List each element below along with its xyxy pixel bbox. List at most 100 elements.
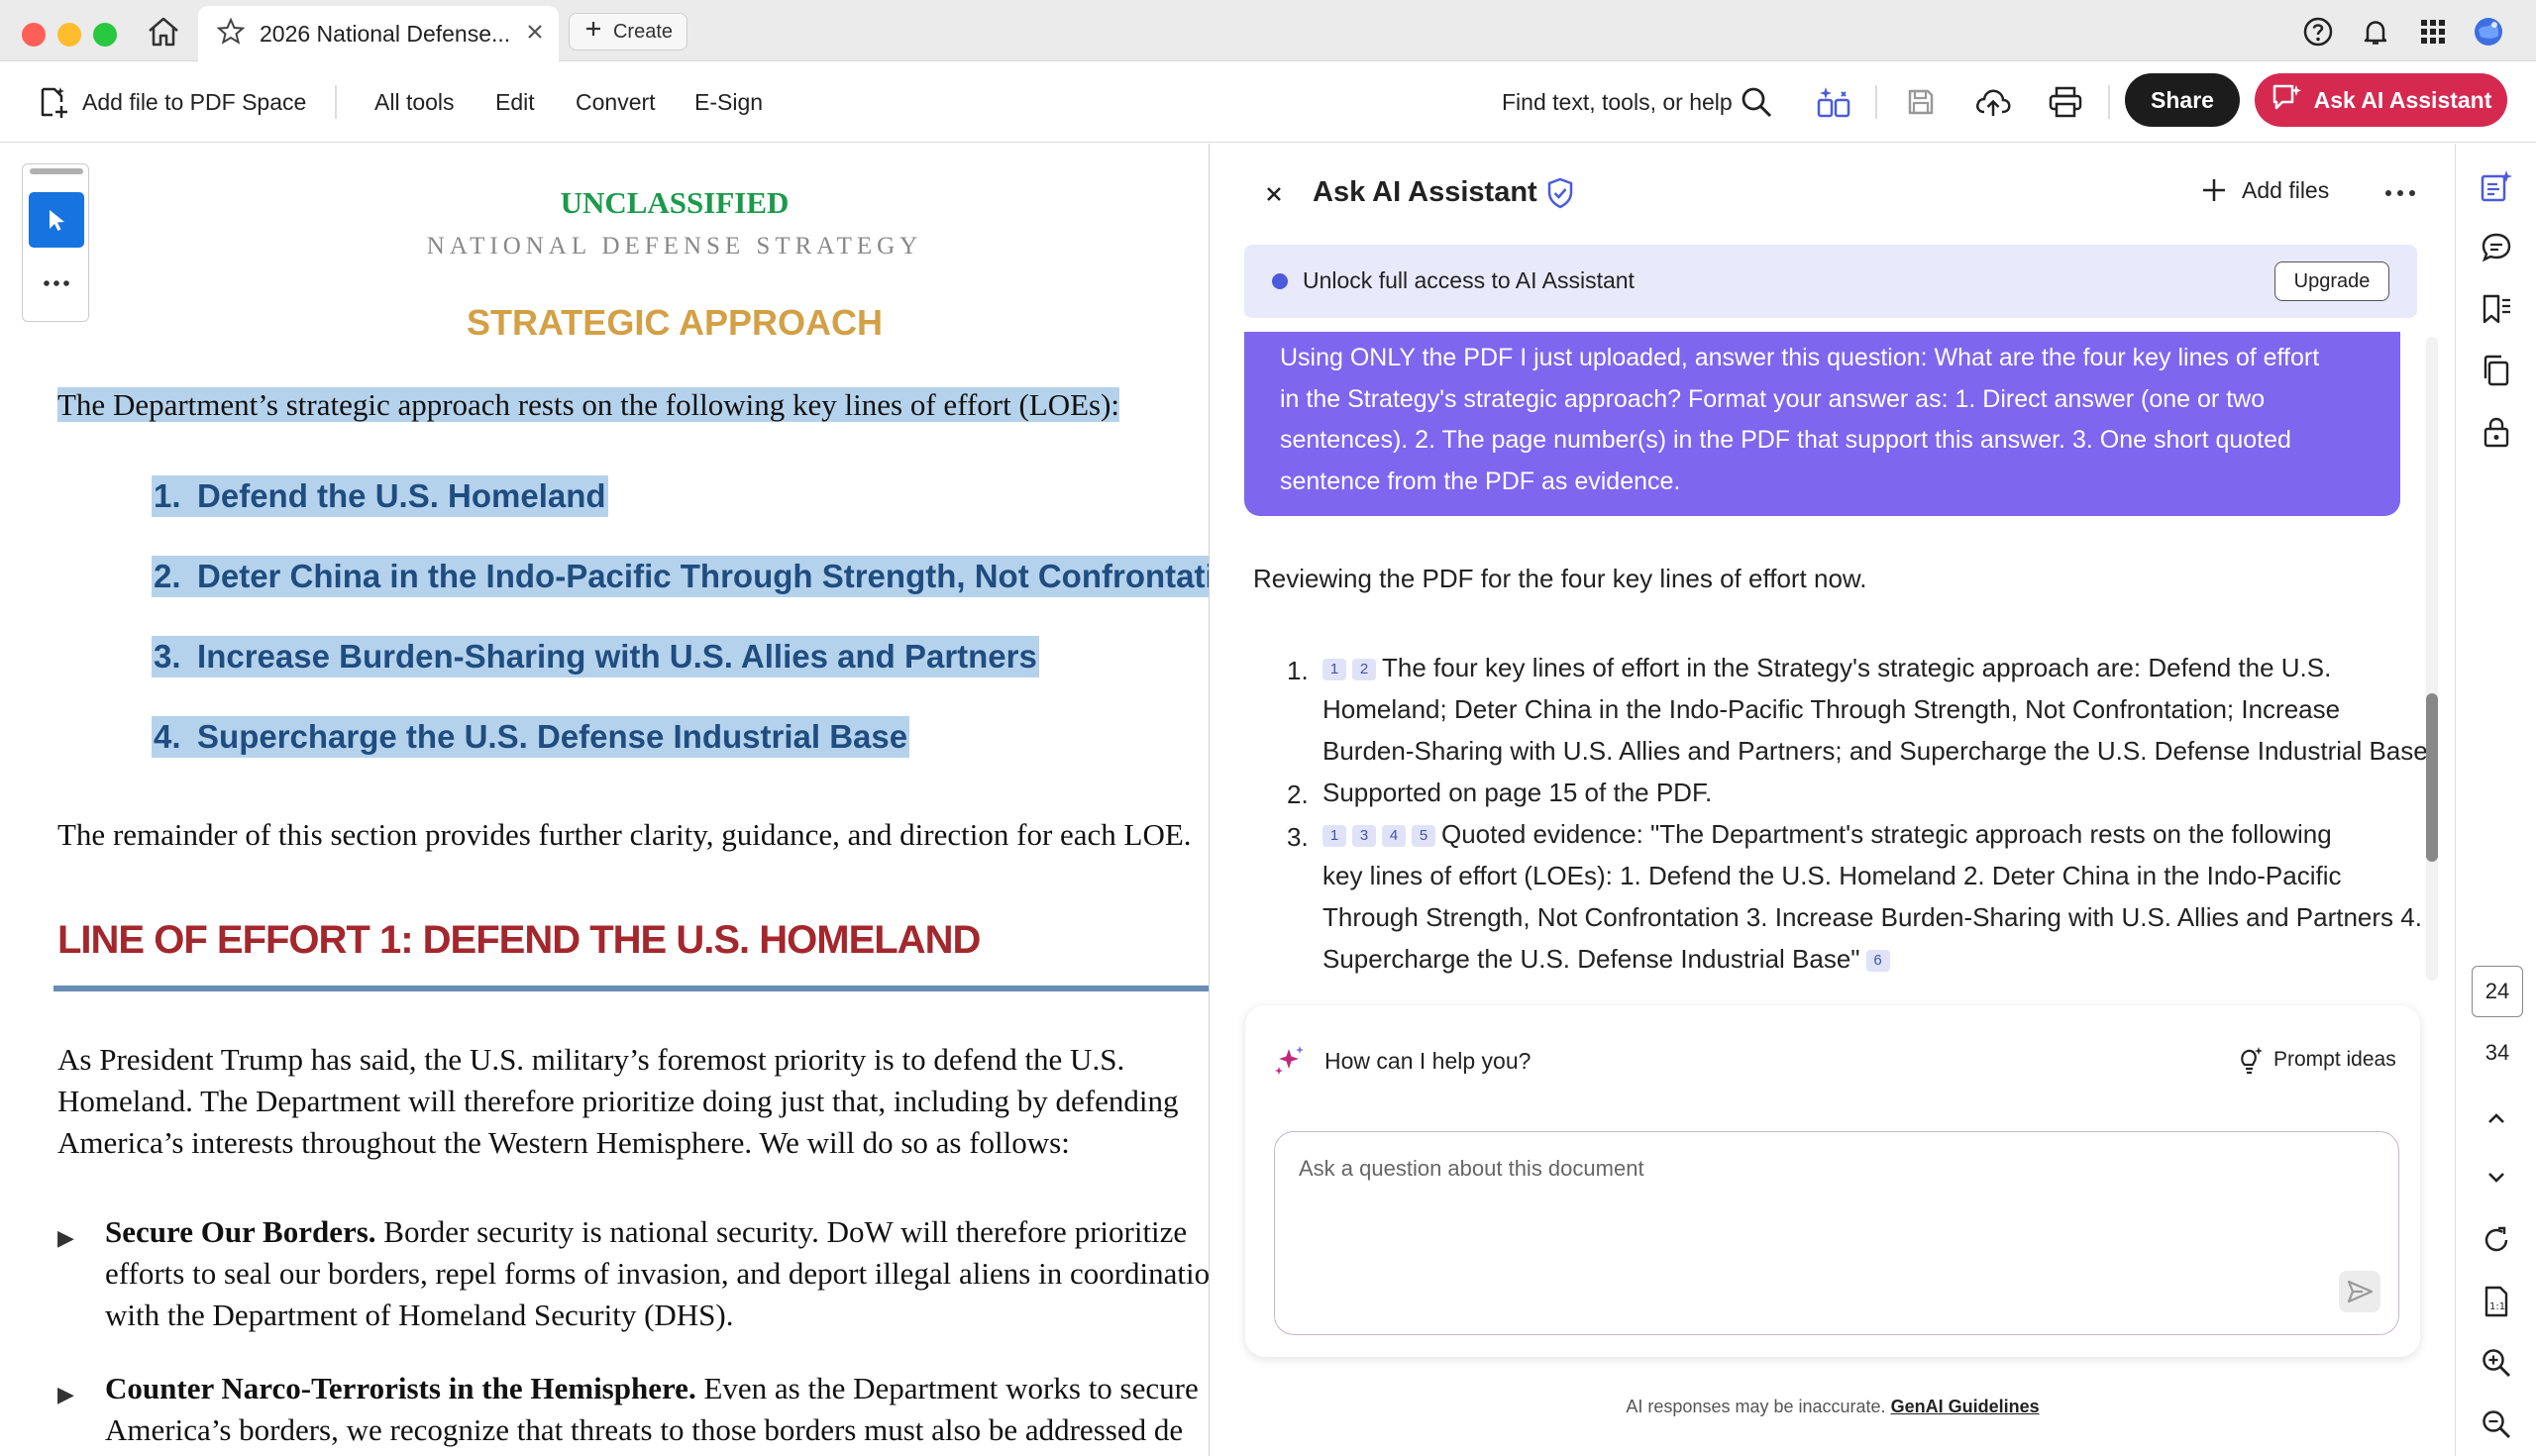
chat-scrollbar-thumb[interactable] xyxy=(2426,693,2438,862)
bullet-text: Border security is national security. Do… xyxy=(375,1214,1188,1249)
genai-guidelines-link[interactable]: GenAI Guidelines xyxy=(1891,1397,2040,1416)
profile-icon[interactable] xyxy=(2471,14,2506,50)
assistant-intro: Reviewing the PDF for the four key lines… xyxy=(1253,564,1867,593)
lock-icon[interactable] xyxy=(2476,411,2517,453)
intro-text: The Department’s strategic approach rest… xyxy=(57,387,1120,422)
upload-icon[interactable] xyxy=(1972,81,2014,123)
comment-icon[interactable] xyxy=(2476,227,2517,268)
chevron-up-icon[interactable] xyxy=(2476,1098,2517,1140)
ai-assistant-panel: Ask AI Assistant Add files Unlock full a… xyxy=(1209,144,2455,1456)
close-window-button[interactable] xyxy=(22,23,46,47)
pdf-document-view[interactable]: UNCLASSIFIED NATIONAL DEFENSE STRATEGY S… xyxy=(0,144,1209,1456)
current-page-input[interactable]: 24 xyxy=(2472,966,2523,1017)
print-icon[interactable] xyxy=(2045,81,2086,123)
answer-line: Supported on page 15 of the PDF. xyxy=(1322,778,1713,807)
toolbar-divider xyxy=(1875,85,1877,119)
banner-text: Unlock full access to AI Assistant xyxy=(1303,267,1635,293)
lightbulb-icon xyxy=(2241,1047,2263,1075)
answer-line: 1 3 4 5 Quoted evidence: "The Department's s… xyxy=(1322,813,2332,855)
more-icon[interactable] xyxy=(2382,185,2418,201)
right-tool-rail: 24 34 1:1 xyxy=(2455,144,2536,1456)
body-line: As President Trump has said, the U.S. mi… xyxy=(57,1042,1125,1077)
citation-badge[interactable]: 4 xyxy=(1382,825,1406,848)
save-icon[interactable] xyxy=(1900,81,1942,123)
document-subtitle: NATIONAL DEFENSE STRATEGY xyxy=(426,233,923,260)
question-input-placeholder: Ask a question about this document xyxy=(1299,1156,1644,1181)
shield-check-icon[interactable] xyxy=(1542,175,1578,211)
add-file-icon[interactable] xyxy=(32,81,73,123)
ai-panel-title: Ask AI Assistant xyxy=(1313,176,1537,208)
ai-assistant-rail-icon[interactable] xyxy=(2476,165,2517,207)
prompt-ideas-label: Prompt ideas xyxy=(2273,1048,2396,1071)
citation-badge[interactable]: 6 xyxy=(1865,950,1890,973)
answer-line: key lines of effort (LOEs): 1. Defend th… xyxy=(1322,861,2342,890)
add-files-label: Add files xyxy=(2242,176,2330,203)
answer-number: 3. xyxy=(1287,822,1309,852)
ask-ai-assistant-label: Ask AI Assistant xyxy=(2313,86,2492,113)
heading-rule xyxy=(53,986,1209,991)
help-icon[interactable] xyxy=(2300,14,2336,50)
tab-document[interactable]: 2026 National Defense... xyxy=(198,6,559,62)
refresh-icon[interactable] xyxy=(2476,1219,2517,1261)
add-file-button[interactable]: Add file to PDF Space xyxy=(82,61,306,143)
more-tools-icon[interactable] xyxy=(33,271,80,295)
palette-drag-handle[interactable] xyxy=(30,168,83,174)
prompt-ideas-button[interactable]: Prompt ideas xyxy=(2236,1045,2396,1075)
ai-tools-icon[interactable] xyxy=(1813,81,1854,123)
citation-badge[interactable]: 5 xyxy=(1412,825,1435,848)
bookmark-icon[interactable] xyxy=(2476,288,2517,330)
chevron-down-icon[interactable] xyxy=(2476,1156,2517,1197)
minimize-window-button[interactable] xyxy=(57,23,81,47)
body-line: Homeland. The Department will therefore … xyxy=(57,1084,1179,1118)
close-icon[interactable] xyxy=(524,21,546,48)
upgrade-button[interactable]: Upgrade xyxy=(2274,261,2389,301)
pages-icon[interactable] xyxy=(2476,350,2517,391)
main-toolbar: Add file to PDF Space All tools Edit Con… xyxy=(0,61,2536,143)
citation-badge[interactable]: 1 xyxy=(1322,659,1346,681)
app-window: 2026 National Defense... Create Add file… xyxy=(0,0,2536,1456)
question-input[interactable]: Ask a question about this document xyxy=(1274,1131,2399,1335)
create-button[interactable]: Create xyxy=(569,13,687,51)
home-icon[interactable] xyxy=(143,14,184,50)
user-message-line: in the Strategy's strategic approach? Fo… xyxy=(1280,384,2266,413)
loe-item: 2. Deter China in the Indo-Pacific Throu… xyxy=(152,556,1209,597)
menu-edit[interactable]: Edit xyxy=(495,61,535,143)
classification-label: UNCLASSIFIED xyxy=(560,185,790,220)
answer-line: Through Strength, Not Confrontation 3. I… xyxy=(1322,902,2422,932)
citation-badge[interactable]: 2 xyxy=(1352,659,1376,681)
citation-badge[interactable]: 3 xyxy=(1352,825,1376,848)
search-icon[interactable] xyxy=(1736,81,1777,123)
citation-badge[interactable]: 1 xyxy=(1322,825,1346,848)
user-message-line: sentence from the PDF as evidence. xyxy=(1280,467,1681,495)
loe-item: 3. Increase Burden-Sharing with U.S. All… xyxy=(152,636,1039,677)
user-message-line: sentences). 2. The page number(s) in the… xyxy=(1280,426,2291,454)
intro-paragraph[interactable]: The Department’s strategic approach rest… xyxy=(57,387,1120,423)
ai-panel-header: Ask AI Assistant Add files xyxy=(1210,144,2455,243)
send-button[interactable] xyxy=(2339,1271,2380,1312)
menu-convert[interactable]: Convert xyxy=(576,61,656,143)
status-dot xyxy=(1272,273,1288,289)
chat-scrollbar[interactable] xyxy=(2426,337,2438,981)
bell-icon[interactable] xyxy=(2358,14,2393,50)
zoom-in-icon[interactable] xyxy=(2476,1342,2517,1384)
apps-icon[interactable] xyxy=(2415,14,2451,50)
disclaimer-text: AI responses may be inaccurate. xyxy=(1626,1397,1886,1416)
total-pages: 34 xyxy=(2484,1040,2510,1065)
send-icon xyxy=(2347,1280,2374,1303)
create-label: Create xyxy=(612,20,674,43)
page-fit-icon[interactable]: 1:1 xyxy=(2476,1281,2517,1322)
ask-ai-assistant-button[interactable]: Ask AI Assistant xyxy=(2255,73,2507,127)
remainder-paragraph: The remainder of this section provides f… xyxy=(57,817,1192,852)
star-icon[interactable] xyxy=(216,17,246,52)
share-button[interactable]: Share xyxy=(2125,73,2240,127)
add-files-button[interactable]: Add files xyxy=(2200,176,2329,204)
maximize-window-button[interactable] xyxy=(93,23,117,47)
toolbar-divider xyxy=(2108,85,2110,119)
menu-all-tools[interactable]: All tools xyxy=(374,61,455,143)
answer-line: Homeland; Deter China in the Indo-Pacifi… xyxy=(1322,694,2341,724)
zoom-out-icon[interactable] xyxy=(2476,1404,2517,1445)
find-text-button[interactable]: Find text, tools, or help xyxy=(1502,61,1733,143)
sparkle-icon xyxy=(1273,1043,1307,1077)
menu-esign[interactable]: E-Sign xyxy=(694,61,763,143)
close-icon[interactable] xyxy=(1259,179,1289,209)
